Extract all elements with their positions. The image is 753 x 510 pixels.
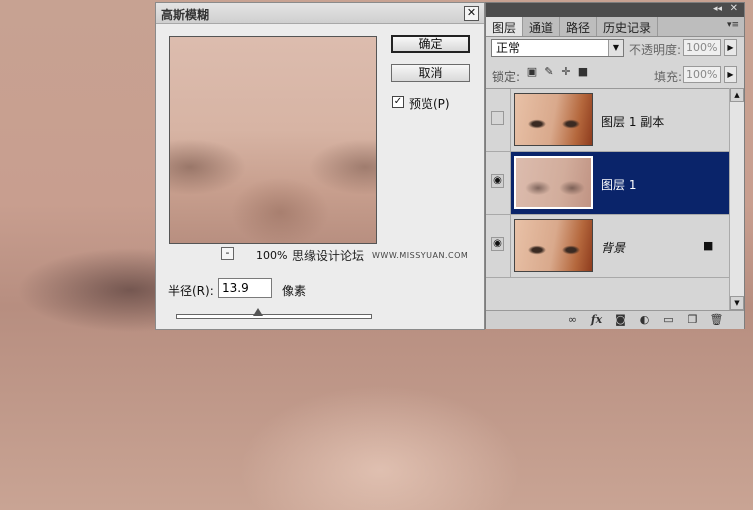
layer-name[interactable]: 图层 1 [601,176,636,193]
lock-icon: ■ [703,239,714,252]
layers-list: 图层 1 副本 ◉ 图层 1 ◉ 背景 ■ [486,88,729,311]
lock-all-icon[interactable]: ■ [577,66,589,78]
blur-preview-area[interactable] [169,36,377,244]
visibility-cell[interactable]: ◉ [486,152,511,214]
radius-slider-thumb[interactable] [253,308,264,316]
visibility-toggle-empty[interactable] [491,111,504,125]
trash-icon[interactable]: 🗑 [709,313,724,326]
panel-menu-icon[interactable]: ▾≡ [727,20,739,30]
dialog-close-button[interactable]: ✕ [464,6,479,21]
eye-icon[interactable]: ◉ [491,237,504,251]
zoom-out-button[interactable]: - [221,247,234,260]
new-group-icon[interactable]: ▭ [661,313,676,326]
chevron-down-icon[interactable]: ▼ [608,40,623,56]
zoom-percent: 100% [256,249,288,262]
layer-thumbnail [514,93,593,146]
radius-input[interactable] [218,278,272,298]
tab-layers[interactable]: 图层 [486,17,524,36]
layer-thumbnail [514,156,593,209]
layer-name[interactable]: 图层 1 副本 [601,113,664,130]
preview-checkbox[interactable]: ✓ [392,96,404,108]
add-mask-icon[interactable]: ◙ [613,313,628,326]
layer-row-selected[interactable]: ◉ 图层 1 [486,152,729,215]
tab-paths[interactable]: 路径 [560,17,598,36]
layer-name[interactable]: 背景 [601,239,625,256]
lock-brush-icon[interactable]: ✎ [543,66,555,78]
cancel-button[interactable]: 取消 [391,64,470,82]
layers-panel: ◂◂ ✕ 图层 通道 路径 历史记录 ▾≡ 正常 ▼ 不透明度: 100% ▶ … [485,2,745,329]
blend-mode-select[interactable]: 正常 ▼ [491,39,624,57]
eye-icon[interactable]: ◉ [491,174,504,188]
layers-scrollbar[interactable]: ▲ ▼ [729,88,744,310]
collapse-icon[interactable]: ◂◂ [713,4,722,14]
adjustment-layer-icon[interactable]: ◐ [637,313,652,326]
radius-slider-track[interactable] [176,314,372,319]
lock-move-icon[interactable]: ✛ [560,66,572,78]
layer-row[interactable]: ◉ 背景 ■ [486,215,729,278]
opacity-input[interactable]: 100% [683,39,721,56]
gaussian-blur-dialog: 高斯模糊 ✕ - 100% 思缘设计论坛 WWW.MISSYUAN.COM 确定… [155,2,485,330]
scroll-up-icon[interactable]: ▲ [730,88,744,102]
radius-label: 半径(R): [168,284,214,298]
lock-label: 锁定: [492,70,521,84]
radius-unit: 像素 [282,284,307,298]
dialog-titlebar[interactable]: 高斯模糊 ✕ [156,3,484,24]
fill-input[interactable]: 100% [683,66,721,83]
visibility-cell[interactable] [486,89,511,151]
lock-options: ▣ ✎ ✛ ■ [526,66,589,78]
layer-thumbnail [514,219,593,272]
watermark-text: 思缘设计论坛 [292,249,365,263]
new-layer-icon[interactable]: ❐ [685,313,700,326]
ok-button[interactable]: 确定 [391,35,470,53]
layer-row[interactable]: 图层 1 副本 [486,89,729,152]
opacity-label: 不透明度: [629,43,682,57]
link-layers-icon[interactable]: ∞ [565,313,580,326]
tab-channels[interactable]: 通道 [523,17,561,36]
panel-tabs: 图层 通道 路径 历史记录 ▾≡ [486,17,744,37]
blend-mode-value: 正常 [496,41,521,55]
panel-header-bar: ◂◂ ✕ [486,3,744,17]
opacity-arrow-icon[interactable]: ▶ [724,39,737,56]
fill-label: 填充: [654,70,683,84]
watermark-url: WWW.MISSYUAN.COM [372,251,469,260]
fill-arrow-icon[interactable]: ▶ [724,66,737,83]
layer-style-icon[interactable]: fx [589,313,604,326]
visibility-cell[interactable]: ◉ [486,215,511,277]
preview-label[interactable]: 预览(P) [409,95,450,112]
lock-transparency-icon[interactable]: ▣ [526,66,538,78]
panel-close-icon[interactable]: ✕ [730,3,738,14]
dialog-title: 高斯模糊 [161,8,210,22]
scroll-down-icon[interactable]: ▼ [730,296,744,310]
tab-history[interactable]: 历史记录 [597,17,659,36]
layers-toolbar: ∞ fx ◙ ◐ ▭ ❐ 🗑 [486,310,744,329]
